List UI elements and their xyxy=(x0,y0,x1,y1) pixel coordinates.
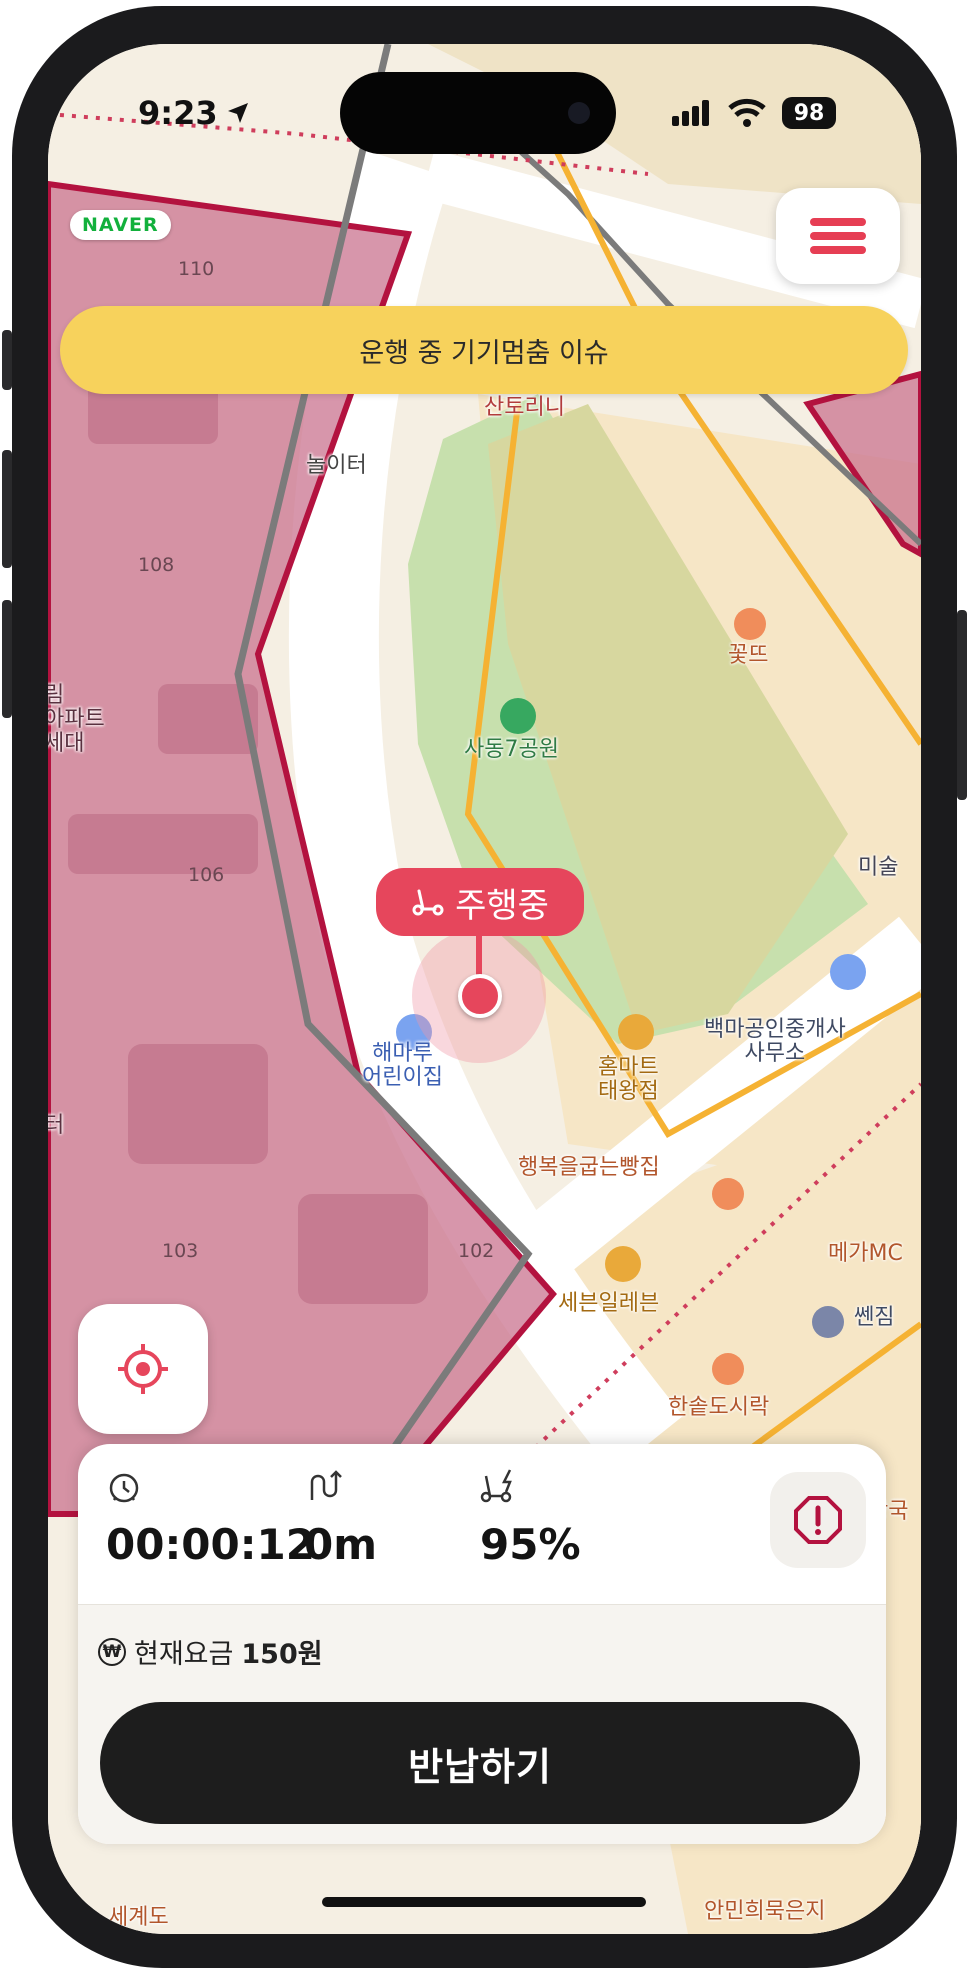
poi-park[interactable]: 사동7공원 xyxy=(464,737,559,762)
ride-time-value: 00:00:12 xyxy=(106,1520,315,1569)
building-number: 110 xyxy=(178,258,215,280)
riding-status-label: 주행중 xyxy=(455,885,549,926)
poi-bakery[interactable]: 행복을굽는빵집 xyxy=(518,1155,660,1180)
poi-playground[interactable]: 놀이터 xyxy=(306,453,367,478)
dynamic-island xyxy=(340,72,616,154)
battery-value: 95% xyxy=(480,1520,581,1569)
report-issue-button[interactable] xyxy=(770,1472,866,1568)
volume-up-button xyxy=(2,450,12,568)
building-number: 106 xyxy=(188,864,225,886)
fare-value: 150원 xyxy=(241,1639,323,1670)
hamburger-icon-line xyxy=(810,246,866,254)
notice-text: 운행 중 기기멈춤 이슈 xyxy=(359,337,609,369)
my-location-button[interactable] xyxy=(78,1304,208,1434)
ride-info-panel: 00:00:12 0m 95% ₩ 현재요금 150원 반납하기 xyxy=(78,1444,886,1844)
scooter-battery-icon xyxy=(480,1469,512,1503)
wifi-icon xyxy=(728,98,766,127)
poi-bottom-right: 안민희묵은지 xyxy=(704,1899,826,1924)
alarm-clock-icon xyxy=(109,1473,139,1503)
hamburger-icon-line xyxy=(810,232,866,240)
notice-banner[interactable]: 운행 중 기기멈춤 이슈 xyxy=(60,306,908,394)
fare-label: 현재요금 xyxy=(134,1639,234,1670)
poi-seven-eleven[interactable]: 세븐일레븐 xyxy=(558,1291,659,1316)
action-button xyxy=(2,330,12,390)
poi-hansot[interactable]: 한솥도시락 xyxy=(668,1395,769,1420)
crosshair-icon xyxy=(118,1344,168,1394)
return-button[interactable]: 반납하기 xyxy=(100,1702,860,1824)
won-icon: ₩ xyxy=(98,1637,126,1666)
phone-frame: 산토리니 놀이터 꽃뜨 사동7공원 미술 백마공인중개사 사무소 해마루 어린이… xyxy=(0,0,969,1975)
marker-stem xyxy=(476,934,482,976)
poi-art[interactable]: 미술 xyxy=(858,855,898,880)
poi-bottom-left: 세계도 xyxy=(108,1905,169,1930)
ride-distance-value: 0m xyxy=(304,1520,377,1569)
building-number: 103 xyxy=(162,1240,199,1262)
battery-level: 98 xyxy=(793,100,825,126)
poi-mega[interactable]: 메가MC xyxy=(828,1241,903,1266)
hamburger-icon xyxy=(810,218,866,226)
poi-apartment[interactable]: 림 아파트 세대 xyxy=(48,683,105,757)
naver-logo: NAVER xyxy=(70,210,171,240)
home-indicator[interactable] xyxy=(322,1897,646,1907)
poi-ssenjip[interactable]: 쎈짐 xyxy=(854,1305,894,1330)
battery-icon: 98 xyxy=(782,97,836,129)
poi-kkotteu[interactable]: 꽃뜨 xyxy=(728,643,768,668)
poi-homemart[interactable]: 홈마트 태왕점 xyxy=(598,1055,659,1104)
volume-down-button xyxy=(2,600,12,718)
poi-daycare[interactable]: 해마루 어린이집 xyxy=(362,1041,443,1090)
signal-icon xyxy=(672,100,709,126)
current-location-dot xyxy=(458,974,502,1018)
building-number: 108 xyxy=(138,554,175,576)
warning-octagon-icon xyxy=(794,1496,842,1544)
building-number: 102 xyxy=(458,1240,495,1262)
poi-edge-label: 터 xyxy=(48,1113,65,1138)
ride-distance-stat: 0m xyxy=(304,1468,377,1569)
return-button-label: 반납하기 xyxy=(408,1744,552,1789)
current-fare: ₩ 현재요금 150원 xyxy=(98,1632,323,1671)
ride-time-stat: 00:00:12 xyxy=(106,1468,315,1569)
location-arrow-icon xyxy=(227,103,248,123)
camera-icon xyxy=(568,102,590,124)
route-icon xyxy=(310,1470,342,1500)
menu-button[interactable] xyxy=(776,188,900,284)
battery-stat: 95% xyxy=(480,1468,581,1569)
status-time: 9:23 xyxy=(138,94,250,132)
power-button xyxy=(957,610,967,800)
poi-office[interactable]: 백마공인중개사 사무소 xyxy=(704,1017,846,1066)
riding-status-tag: 주행중 xyxy=(376,868,584,936)
poi-santorini[interactable]: 산토리니 xyxy=(484,395,565,420)
app-screen: 산토리니 놀이터 꽃뜨 사동7공원 미술 백마공인중개사 사무소 해마루 어린이… xyxy=(48,44,921,1934)
clock-text: 9:23 xyxy=(138,94,218,132)
scooter-icon xyxy=(412,889,444,916)
